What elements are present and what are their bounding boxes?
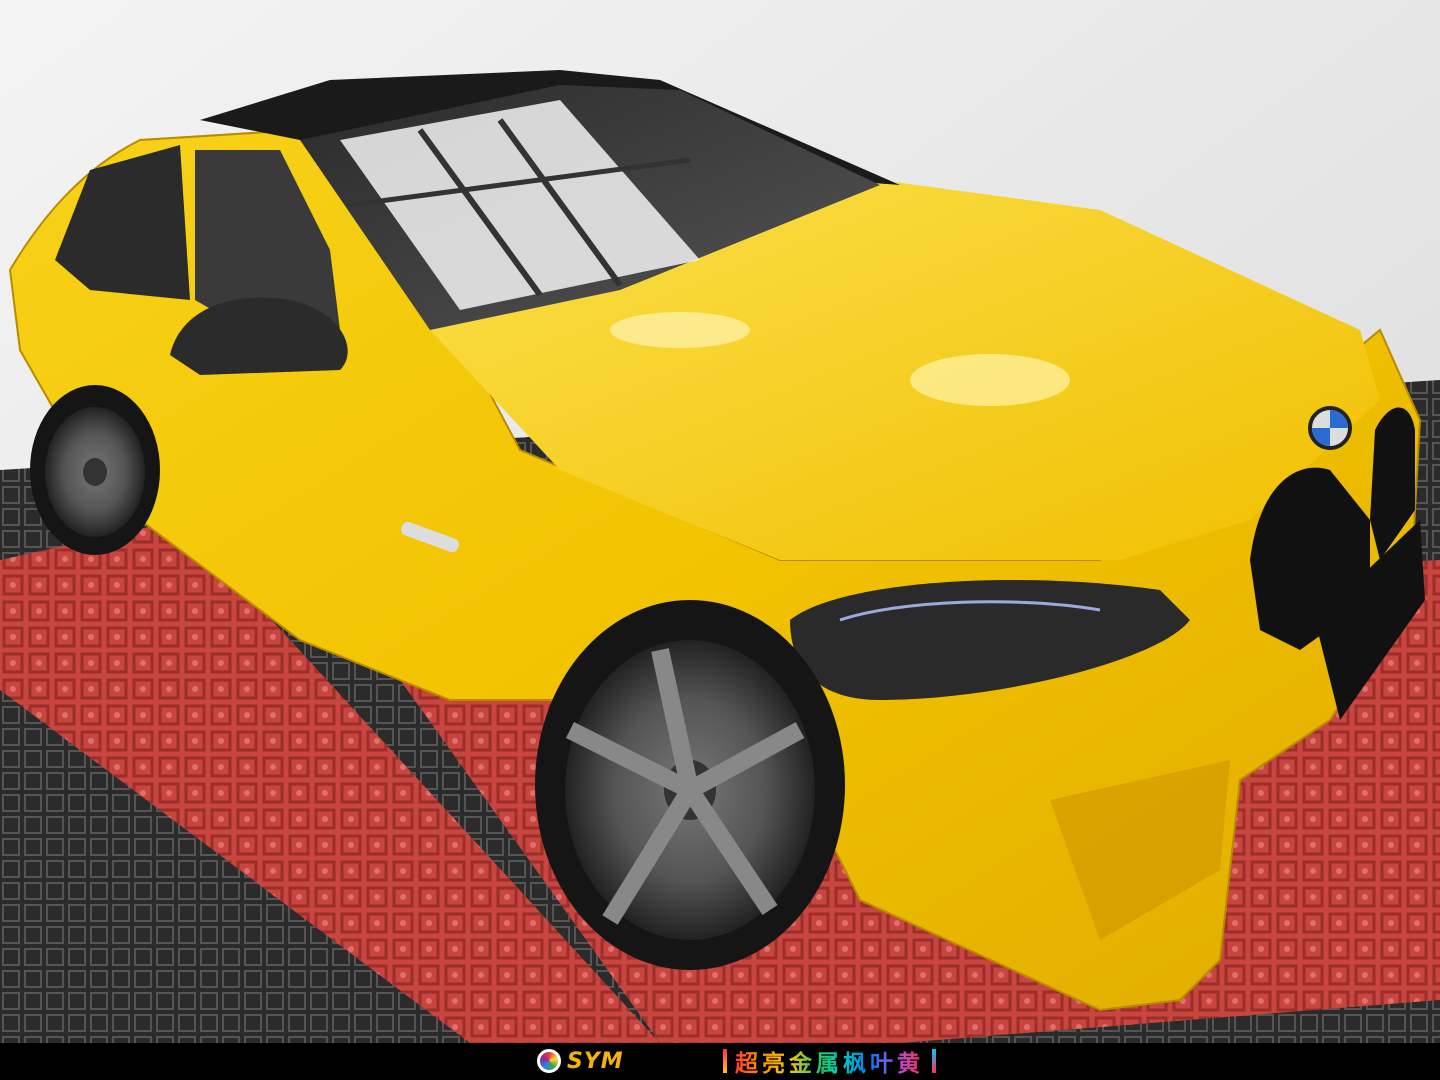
caption: 超亮金属枫叶黄 (715, 1045, 944, 1077)
logo-mark-icon (537, 1049, 561, 1073)
brand-wordmark: SYM (567, 1048, 624, 1074)
caption-label: 超亮金属枫叶黄 (735, 1044, 924, 1078)
brand-logo: SYM (537, 1047, 624, 1075)
right-divider-icon (932, 1049, 936, 1073)
car-photo (0, 0, 1440, 1043)
left-divider-icon (723, 1049, 727, 1073)
